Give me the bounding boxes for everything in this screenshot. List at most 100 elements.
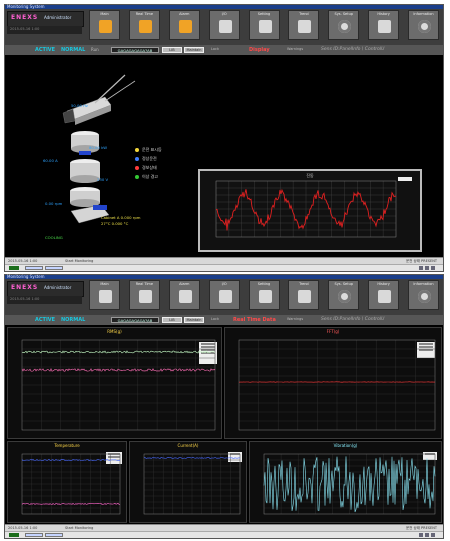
rms-chart [21,339,216,431]
nav-information-button[interactable]: Information [408,10,439,40]
callout-6: Cabinet A 0.000 rpm [101,215,141,220]
nav-realtime-button[interactable]: Real Time [128,280,160,310]
lock-label: Lock [211,47,219,51]
nav-alarm-button[interactable]: Alarm [168,280,200,310]
history-icon [378,20,392,33]
callout-3: 60.00 A [43,158,58,163]
footer-message: Start Monitoring [65,526,94,530]
taskbar [5,531,443,538]
setting-icon [258,290,272,303]
brand-logo: ENEXS [11,284,39,291]
maintain-button[interactable]: Maintain [184,317,204,323]
monitor-chart [215,180,397,238]
nav-realtime-button[interactable]: Real Time [128,10,160,40]
nav-main-button[interactable]: Main [89,280,120,310]
start-button[interactable] [9,533,19,537]
nav-trend-button[interactable]: Trend [288,280,320,310]
temperature-chart [21,453,121,515]
screen1-window: Monitoring System ENEXS Administrator 20… [4,4,444,272]
warnings-label: Warnings [287,317,304,321]
legend-dot [135,175,139,179]
mode-label: Real Time Data [233,317,276,323]
status-footer: 2015-05-16 1:00 Start Monitoring 운전 상태 P… [5,524,443,538]
gear-icon [338,20,352,33]
current-chart-panel: Current(A) [129,441,247,523]
vibration-chart [263,453,436,515]
tray-icon[interactable] [419,266,423,270]
nav-setting-button[interactable]: Setting [248,10,280,40]
run-label: Run [91,47,99,52]
nav-trend-button[interactable]: Trend [288,10,320,40]
status-bar: ACTIVE NORMAL Run GAGAGAGAGA?AB LIB Main… [5,45,443,55]
taskbar-item[interactable] [25,533,43,537]
machine-cylinder-1 [71,131,99,155]
tray-icon[interactable] [425,266,429,270]
window-title-bar: Monitoring System [5,274,443,279]
nav-sys-setup-button[interactable]: Sys. Setup [328,280,360,310]
tray-icon[interactable] [425,533,429,537]
brand-panel: ENEXS Administrator [7,281,84,297]
taskbar-item[interactable] [25,266,43,270]
status-footer: 2015-05-16 1:00 Start Monitoring 운전 상태 P… [5,257,443,271]
maintain-button[interactable]: Maintain [184,47,204,53]
nav-history-button[interactable]: History [368,10,400,40]
history-icon [378,290,392,303]
nav-toolbar: Main Real Time Alarm I/O Setting Trend S… [89,280,439,310]
nav-io-button[interactable]: I/O [208,10,240,40]
window-title: Monitoring System [7,4,45,9]
taskbar-item[interactable] [45,533,63,537]
home-icon [99,290,112,303]
tray-icon[interactable] [419,533,423,537]
current-chart [143,453,241,515]
info-icon [418,20,431,33]
fft-chart-panel: FFT(g) [224,327,442,439]
machine-top-unit [62,74,136,125]
code-field[interactable]: GAGAGAGAGA?AB [111,47,159,53]
taskbar-item[interactable] [45,266,63,270]
legend-dot [135,166,139,170]
tray-icon[interactable] [431,533,435,537]
vibration-monitor-panel: 진동 [198,169,422,252]
callout-4: 230 V [97,177,109,182]
header-bar: Monitoring System ENEXS Administrator 20… [5,274,443,315]
nav-history-button[interactable]: History [368,280,400,310]
nav-main-button[interactable]: Main [89,10,120,40]
date-readout: 2015-05-16 1:00 [10,297,40,301]
lock-label: Lock [211,317,219,321]
sub-brand-panel: 2015-05-16 1:00 [7,296,82,304]
alarm-icon [178,20,192,33]
normal-indicator: NORMAL [61,317,86,323]
start-button[interactable] [9,266,19,270]
gear-icon [338,290,352,303]
tray-icon[interactable] [431,266,435,270]
callout-5: 0.00 rpm [45,201,63,206]
date-readout: 2015-05-16 1:00 [10,27,40,31]
nav-sys-setup-button[interactable]: Sys. Setup [328,10,360,40]
nav-toolbar: Main Real Time Alarm I/O Setting Trend S… [89,10,439,40]
window-title: Monitoring System [7,274,45,279]
rms-chart-panel: RMS(g) [7,327,222,439]
nav-information-button[interactable]: Information [408,280,439,310]
nav-setting-button[interactable]: Setting [248,280,280,310]
callout-7: 27°C 0.000 °C [101,221,129,226]
screen2-window: Monitoring System ENEXS Administrator 20… [4,274,444,539]
active-indicator: ACTIVE [35,317,56,323]
callout-1: 50.00 Hz [71,103,88,108]
nav-alarm-button[interactable]: Alarm [168,10,200,40]
footer-time: 2015-05-16 1:00 [8,526,38,530]
nav-io-button[interactable]: I/O [208,280,240,310]
machine-cylinder-3 [70,187,100,207]
io-icon [218,20,232,33]
vibration-chart-panel: Vibration(g) [249,441,442,523]
callout-8: COOLING [45,235,63,240]
io-icon [218,290,232,303]
legend-dot [135,148,139,152]
info-icon [418,290,431,303]
lib-button[interactable]: LIB [162,317,182,323]
active-indicator: ACTIVE [35,47,56,53]
footer-time: 2015-05-16 1:00 [8,259,38,263]
callout-2: 80.00 kW [89,145,108,150]
lib-button[interactable]: LIB [162,47,182,53]
code-field[interactable]: GAGAGAGAGA?AB [111,317,159,323]
alarm-icon [178,290,192,303]
